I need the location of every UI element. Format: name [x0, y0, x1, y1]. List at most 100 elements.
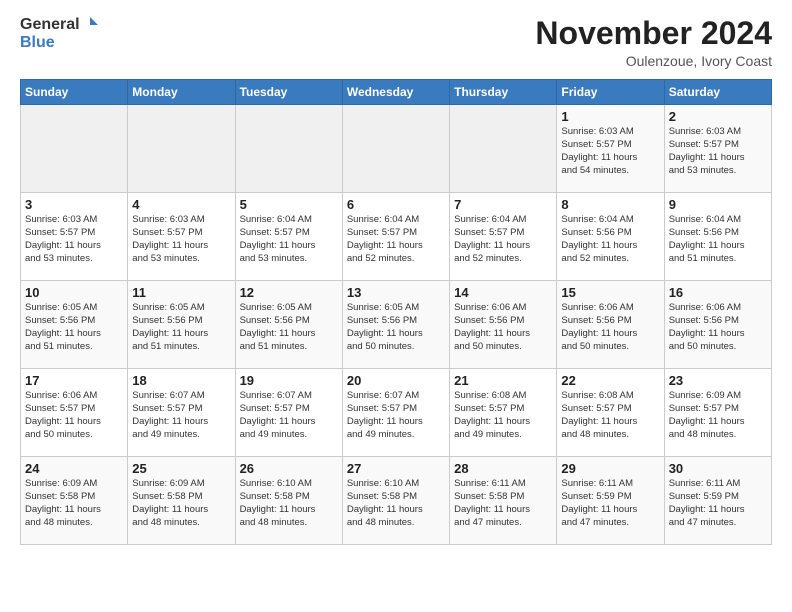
calendar-cell: 22Sunrise: 6:08 AMSunset: 5:57 PMDayligh… — [557, 369, 664, 457]
calendar-cell — [450, 105, 557, 193]
day-info: Sunrise: 6:06 AMSunset: 5:56 PMDaylight:… — [669, 302, 767, 353]
day-info: Sunrise: 6:03 AMSunset: 5:57 PMDaylight:… — [25, 214, 123, 265]
calendar-cell: 17 Sunrise: 6:06 AMSunset: 5:57 PMDayligh… — [21, 369, 128, 457]
calendar-cell: 10 Sunrise: 6:05 AMSunset: 5:56 PMDayligh… — [21, 281, 128, 369]
day-info: Sunrise: 6:03 AMSunset: 5:57 PMDaylight:… — [561, 126, 659, 177]
day-info: Sunrise: 6:04 AMSunset: 5:57 PMDaylight:… — [454, 214, 552, 265]
day-number: 28 — [454, 461, 552, 476]
calendar-cell: 5 Sunrise: 6:04 AMSunset: 5:57 PMDaylight… — [235, 193, 342, 281]
day-number: 17 — [25, 373, 123, 388]
day-info: Sunrise: 6:07 AMSunset: 5:57 PMDaylight:… — [347, 390, 445, 441]
day-number: 29 — [561, 461, 659, 476]
day-number: 27 — [347, 461, 445, 476]
logo-blue: Blue — [20, 34, 98, 52]
day-number: 26 — [240, 461, 338, 476]
calendar-cell: 6Sunrise: 6:04 AMSunset: 5:57 PMDaylight… — [342, 193, 449, 281]
week-row-3: 10 Sunrise: 6:05 AMSunset: 5:56 PMDayligh… — [21, 281, 772, 369]
day-header-tuesday: Tuesday — [235, 80, 342, 105]
day-number: 11 — [132, 285, 230, 300]
day-number: 25 — [132, 461, 230, 476]
day-number: 2 — [669, 109, 767, 124]
day-info: Sunrise: 6:05 AMSunset: 5:56 PMDaylight:… — [240, 302, 338, 353]
day-number: 30 — [669, 461, 767, 476]
week-row-1: 1 Sunrise: 6:03 AMSunset: 5:57 PMDaylight… — [21, 105, 772, 193]
day-info: Sunrise: 6:07 AMSunset: 5:57 PMDaylight:… — [132, 390, 230, 441]
day-info: Sunrise: 6:09 AMSunset: 5:58 PMDaylight:… — [132, 478, 230, 529]
day-info: Sunrise: 6:11 AMSunset: 5:59 PMDaylight:… — [561, 478, 659, 529]
day-info: Sunrise: 6:03 AMSunset: 5:57 PMDaylight:… — [669, 126, 767, 177]
calendar-cell — [21, 105, 128, 193]
day-number: 12 — [240, 285, 338, 300]
day-number: 4 — [132, 197, 230, 212]
day-number: 9 — [669, 197, 767, 212]
day-number: 6 — [347, 197, 445, 212]
logo-general: General — [20, 16, 98, 34]
calendar-cell — [235, 105, 342, 193]
calendar-cell: 14Sunrise: 6:06 AMSunset: 5:56 PMDayligh… — [450, 281, 557, 369]
day-info: Sunrise: 6:11 AMSunset: 5:59 PMDaylight:… — [669, 478, 767, 529]
calendar-cell: 1 Sunrise: 6:03 AMSunset: 5:57 PMDaylight… — [557, 105, 664, 193]
day-info: Sunrise: 6:04 AMSunset: 5:56 PMDaylight:… — [669, 214, 767, 265]
day-number: 3 — [25, 197, 123, 212]
calendar-cell: 7Sunrise: 6:04 AMSunset: 5:57 PMDaylight… — [450, 193, 557, 281]
calendar-cell: 2 Sunrise: 6:03 AMSunset: 5:57 PMDaylight… — [664, 105, 771, 193]
day-number: 24 — [25, 461, 123, 476]
calendar-cell: 18Sunrise: 6:07 AMSunset: 5:57 PMDayligh… — [128, 369, 235, 457]
day-number: 16 — [669, 285, 767, 300]
day-info: Sunrise: 6:08 AMSunset: 5:57 PMDaylight:… — [454, 390, 552, 441]
day-header-thursday: Thursday — [450, 80, 557, 105]
calendar-cell: 11Sunrise: 6:05 AMSunset: 5:56 PMDayligh… — [128, 281, 235, 369]
day-header-wednesday: Wednesday — [342, 80, 449, 105]
week-row-4: 17 Sunrise: 6:06 AMSunset: 5:57 PMDayligh… — [21, 369, 772, 457]
day-info: Sunrise: 6:05 AMSunset: 5:56 PMDaylight:… — [25, 302, 123, 353]
calendar-cell: 29 Sunrise: 6:11 AMSunset: 5:59 PMDayligh… — [557, 457, 664, 545]
day-info: Sunrise: 6:06 AMSunset: 5:56 PMDaylight:… — [454, 302, 552, 353]
day-number: 13 — [347, 285, 445, 300]
page: General Blue November 2024 Oulenzoue, Iv… — [0, 0, 792, 561]
day-number: 1 — [561, 109, 659, 124]
day-number: 19 — [240, 373, 338, 388]
calendar-cell: 13Sunrise: 6:05 AMSunset: 5:56 PMDayligh… — [342, 281, 449, 369]
calendar-cell: 24Sunrise: 6:09 AMSunset: 5:58 PMDayligh… — [21, 457, 128, 545]
calendar-cell: 19 Sunrise: 6:07 AMSunset: 5:57 PMDayligh… — [235, 369, 342, 457]
week-row-5: 24 Sunrise: 6:09 AMSunset: 5:58 PMDayligh… — [21, 457, 772, 545]
day-number: 5 — [240, 197, 338, 212]
day-info: Sunrise: 6:03 AMSunset: 5:57 PMDaylight:… — [132, 214, 230, 265]
day-info: Sunrise: 6:04 AMSunset: 5:57 PMDaylight:… — [240, 214, 338, 265]
calendar-cell: 3 Sunrise: 6:03 AMSunset: 5:57 PMDaylight… — [21, 193, 128, 281]
day-number: 23 — [669, 373, 767, 388]
calendar-cell: 25 Sunrise: 6:09 AMSunset: 5:58 PMDayligh… — [128, 457, 235, 545]
day-info: Sunrise: 6:06 AMSunset: 5:57 PMDaylight:… — [25, 390, 123, 441]
calendar-cell: 20 Sunrise: 6:07 AMSunset: 5:57 PMDayligh… — [342, 369, 449, 457]
day-info: Sunrise: 6:04 AMSunset: 5:56 PMDaylight:… — [561, 214, 659, 265]
day-header-sunday: Sunday — [21, 80, 128, 105]
calendar-body: 1 Sunrise: 6:03 AMSunset: 5:57 PMDaylight… — [21, 105, 772, 545]
month-title: November 2024 — [535, 16, 772, 51]
calendar: SundayMondayTuesdayWednesdayThursdayFrid… — [20, 79, 772, 545]
calendar-cell: 16 Sunrise: 6:06 AMSunset: 5:56 PMDayligh… — [664, 281, 771, 369]
calendar-cell: 21 Sunrise: 6:08 AMSunset: 5:57 PMDayligh… — [450, 369, 557, 457]
calendar-cell: 15Sunrise: 6:06 AMSunset: 5:56 PMDayligh… — [557, 281, 664, 369]
day-number: 15 — [561, 285, 659, 300]
day-number: 10 — [25, 285, 123, 300]
day-header-saturday: Saturday — [664, 80, 771, 105]
day-info: Sunrise: 6:08 AMSunset: 5:57 PMDaylight:… — [561, 390, 659, 441]
day-number: 21 — [454, 373, 552, 388]
day-info: Sunrise: 6:11 AMSunset: 5:58 PMDaylight:… — [454, 478, 552, 529]
day-number: 20 — [347, 373, 445, 388]
logo: General Blue — [20, 16, 98, 51]
day-header-monday: Monday — [128, 80, 235, 105]
day-info: Sunrise: 6:10 AMSunset: 5:58 PMDaylight:… — [240, 478, 338, 529]
calendar-cell — [128, 105, 235, 193]
calendar-cell: 30 Sunrise: 6:11 AMSunset: 5:59 PMDayligh… — [664, 457, 771, 545]
day-number: 8 — [561, 197, 659, 212]
calendar-cell: 27Sunrise: 6:10 AMSunset: 5:58 PMDayligh… — [342, 457, 449, 545]
calendar-cell — [342, 105, 449, 193]
calendar-cell: 26 Sunrise: 6:10 AMSunset: 5:58 PMDayligh… — [235, 457, 342, 545]
calendar-cell: 28 Sunrise: 6:11 AMSunset: 5:58 PMDayligh… — [450, 457, 557, 545]
location: Oulenzoue, Ivory Coast — [535, 53, 772, 69]
day-header-friday: Friday — [557, 80, 664, 105]
calendar-header: SundayMondayTuesdayWednesdayThursdayFrid… — [21, 80, 772, 105]
day-info: Sunrise: 6:07 AMSunset: 5:57 PMDaylight:… — [240, 390, 338, 441]
calendar-cell: 23Sunrise: 6:09 AMSunset: 5:57 PMDayligh… — [664, 369, 771, 457]
